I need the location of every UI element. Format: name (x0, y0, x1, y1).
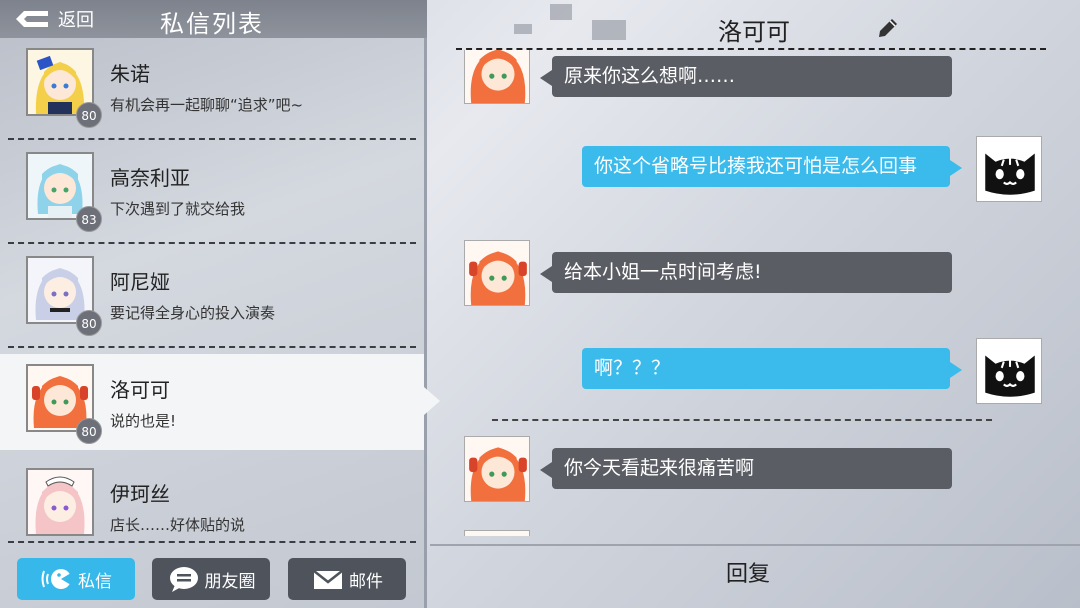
back-button[interactable]: 返回 (14, 6, 94, 32)
chat-item-rococo[interactable]: 80 洛可可 说的也是! (0, 354, 424, 450)
avatar (26, 468, 94, 536)
level-badge: 80 (76, 310, 102, 336)
chat-item-juno[interactable]: 80 朱诺 有机会再一起聊聊“追求”吧~ (0, 38, 424, 140)
pencil-icon[interactable] (876, 16, 900, 40)
message-bubble: 原来你这么想啊…… (540, 56, 952, 97)
list-header: 返回 私信列表 (0, 0, 427, 38)
back-arrow-icon (14, 8, 50, 30)
message-bubble: 给本小姐一点时间考虑! (540, 252, 952, 293)
chat-preview: 要记得全身心的投入演奏 (110, 304, 276, 322)
back-label: 返回 (58, 10, 94, 31)
page-title: 私信列表 (160, 10, 264, 38)
tab-moments[interactable]: 朋友圈 (152, 558, 270, 600)
chat-name: 高奈利亚 (110, 166, 190, 190)
contact-avatar (464, 530, 530, 536)
chat-item-cornelia[interactable]: 83 高奈利亚 下次遇到了就交给我 (0, 142, 424, 244)
tab-label: 邮件 (349, 571, 383, 592)
reply-button[interactable]: 回复 (430, 544, 1080, 608)
contact-avatar (464, 240, 530, 306)
message-bubble: 啊？？？ (582, 348, 962, 389)
divider (492, 419, 992, 421)
divider (8, 138, 416, 140)
level-badge: 80 (76, 418, 102, 444)
tab-mail[interactable]: 邮件 (288, 558, 406, 600)
chat-item-ixi[interactable]: 伊珂丝 店长……好体贴的说 (0, 458, 424, 538)
chat-name: 洛可可 (110, 378, 170, 402)
chat-preview: 店长……好体贴的说 (110, 516, 246, 534)
level-badge: 83 (76, 206, 102, 232)
chat-preview: 有机会再一起聊聊“追求”吧~ (110, 96, 304, 114)
player-avatar (976, 136, 1042, 202)
level-badge: 80 (76, 102, 102, 128)
chat-name: 朱诺 (110, 62, 150, 86)
reply-label: 回复 (726, 562, 771, 587)
chat-name: 阿尼娅 (110, 270, 170, 294)
conversation-panel: 洛可可 原来你这么想啊…… 你这个省略号比揍我还可怕是怎么回事 给本小姐一点时间… (430, 0, 1080, 608)
chat-item-anya[interactable]: 80 阿尼娅 要记得全身心的投入演奏 (0, 246, 424, 348)
chat-preview: 说的也是! (110, 412, 177, 430)
player-avatar (976, 338, 1042, 404)
tab-label: 朋友圈 (204, 571, 256, 592)
chat-preview: 下次遇到了就交给我 (110, 200, 246, 218)
chat-name: 伊珂丝 (110, 482, 170, 506)
message-list: 原来你这么想啊…… 你这个省略号比揍我还可怕是怎么回事 给本小姐一点时间考虑! … (430, 50, 1080, 536)
divider (8, 346, 416, 348)
contact-avatar (464, 50, 530, 104)
tab-label: 私信 (78, 571, 112, 592)
divider (8, 541, 416, 543)
tab-private-messages[interactable]: 私信 (17, 558, 135, 600)
chat-mascot-icon (40, 565, 74, 593)
envelope-icon (311, 565, 345, 593)
chat-list: 80 朱诺 有机会再一起聊聊“追求”吧~ 83 高奈利亚 下次遇到了就交给我 8… (0, 38, 424, 538)
contact-avatar (464, 436, 530, 502)
conversation-list-panel: 返回 私信列表 80 朱诺 有机会再一起聊聊“追求”吧~ 83 高奈利亚 下次遇… (0, 0, 427, 608)
message-bubble: 你这个省略号比揍我还可怕是怎么回事 (582, 146, 962, 187)
message-bubble: 你今天看起来很痛苦啊 (540, 448, 952, 489)
contact-name: 洛可可 (718, 18, 790, 46)
speech-bubble-icon (167, 565, 201, 593)
divider (8, 242, 416, 244)
